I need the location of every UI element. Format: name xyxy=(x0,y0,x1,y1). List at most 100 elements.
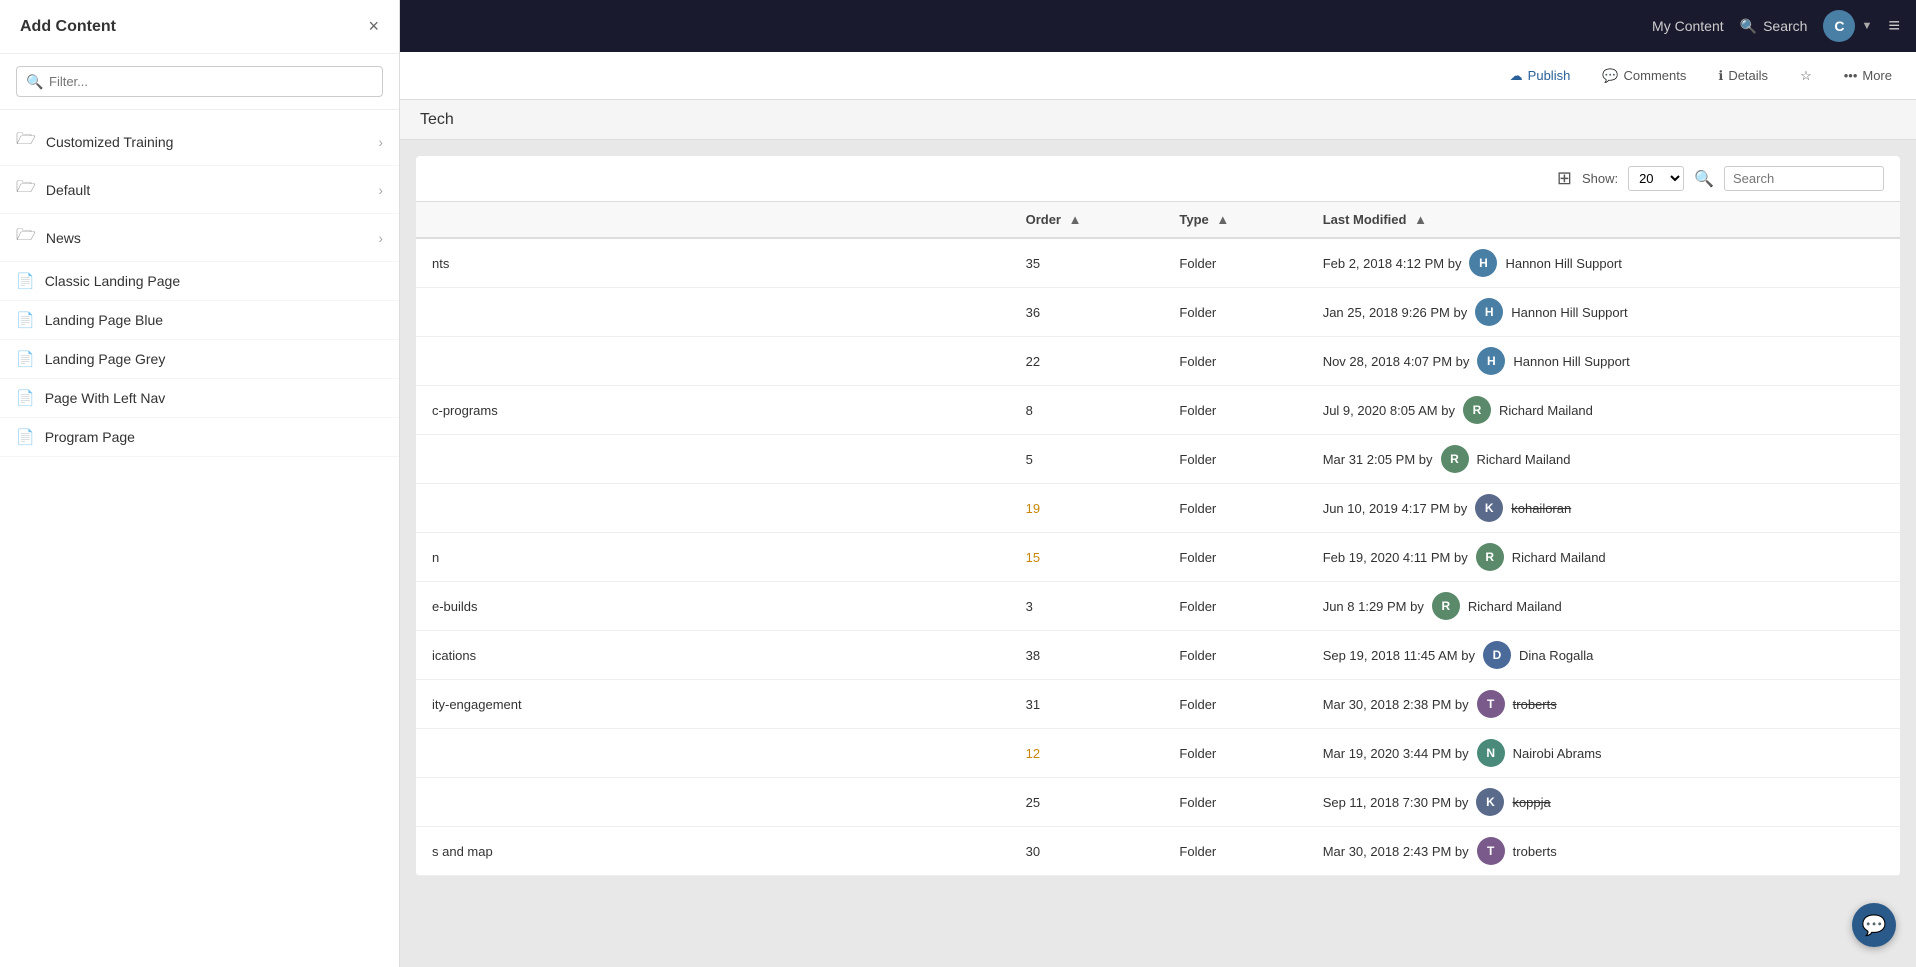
cell-type: Folder xyxy=(1163,778,1306,827)
close-button[interactable]: × xyxy=(368,16,379,37)
sidebar-item-label: Program Page xyxy=(45,429,383,445)
cell-order: 15 xyxy=(1010,533,1164,582)
list-search-input[interactable] xyxy=(1724,166,1884,191)
cell-order: 38 xyxy=(1010,631,1164,680)
modified-date: Sep 19, 2018 11:45 AM by xyxy=(1323,648,1475,663)
modified-date: Feb 19, 2020 4:11 PM by xyxy=(1323,550,1468,565)
cell-last-modified: Jun 10, 2019 4:17 PM by Kkohailoran xyxy=(1307,484,1900,533)
show-select[interactable]: 20 50 100 xyxy=(1628,166,1684,191)
col-last-modified[interactable]: Last Modified ▲ xyxy=(1307,202,1900,238)
sidebar-item-label: Default xyxy=(46,182,368,198)
table-row[interactable]: 25FolderSep 11, 2018 7:30 PM by Kkoppja xyxy=(416,778,1900,827)
sidebar-item-label: Landing Page Blue xyxy=(45,312,383,328)
table-row[interactable]: 19FolderJun 10, 2019 4:17 PM by Kkohailo… xyxy=(416,484,1900,533)
sidebar-header: Add Content × xyxy=(0,0,399,54)
chat-icon: 💬 xyxy=(1862,913,1887,938)
table-row[interactable]: s and map30FolderMar 30, 2018 2:43 PM by… xyxy=(416,827,1900,876)
list-toolbar: ⊞ Show: 20 50 100 🔍 xyxy=(416,156,1900,202)
comments-button[interactable]: 💬 Comments xyxy=(1594,64,1694,88)
chevron-right-icon: › xyxy=(378,182,383,198)
doc-icon: 📄 xyxy=(16,428,35,446)
cell-order: 35 xyxy=(1010,238,1164,288)
table-row[interactable]: 5FolderMar 31 2:05 PM by RRichard Mailan… xyxy=(416,435,1900,484)
my-content-nav[interactable]: My Content xyxy=(1652,18,1724,34)
col-name xyxy=(416,202,1010,238)
user-name: Richard Mailand xyxy=(1512,550,1606,565)
user-menu[interactable]: C ▼ xyxy=(1823,10,1872,42)
chat-widget[interactable]: 💬 xyxy=(1852,903,1896,947)
secondary-toolbar: ☁ Publish 💬 Comments ℹ Details ☆ ••• Mor… xyxy=(400,52,1916,100)
cell-order: 5 xyxy=(1010,435,1164,484)
sidebar-item-customized-training[interactable]: 🗁Customized Training› xyxy=(0,118,399,166)
table-row[interactable]: ity-engagement31FolderMar 30, 2018 2:38 … xyxy=(416,680,1900,729)
folder-icon: 🗁 xyxy=(16,128,36,155)
user-name: Hannon Hill Support xyxy=(1513,354,1629,369)
col-type[interactable]: Type ▲ xyxy=(1163,202,1306,238)
sidebar-item-page-with-left-nav[interactable]: 📄Page With Left Nav xyxy=(0,379,399,418)
comment-icon: 💬 xyxy=(1602,68,1618,84)
publish-button[interactable]: ☁ Publish xyxy=(1502,64,1579,88)
filter-input[interactable] xyxy=(16,66,383,97)
star-button[interactable]: ☆ xyxy=(1792,64,1820,88)
user-name: Hannon Hill Support xyxy=(1505,256,1621,271)
user-avatar: R xyxy=(1441,445,1469,473)
cell-name xyxy=(416,484,1010,533)
doc-icon: 📄 xyxy=(16,311,35,329)
modified-date: Mar 30, 2018 2:43 PM by xyxy=(1323,844,1469,859)
table-row[interactable]: 36FolderJan 25, 2018 9:26 PM by HHannon … xyxy=(416,288,1900,337)
cell-name: ity-engagement xyxy=(416,680,1010,729)
cell-order: 12 xyxy=(1010,729,1164,778)
sidebar-item-label: Customized Training xyxy=(46,134,368,150)
table-row[interactable]: n15FolderFeb 19, 2020 4:11 PM by RRichar… xyxy=(416,533,1900,582)
table-row[interactable]: nts35FolderFeb 2, 2018 4:12 PM by HHanno… xyxy=(416,238,1900,288)
cell-name: c-programs xyxy=(416,386,1010,435)
hamburger-menu[interactable]: ≡ xyxy=(1888,15,1900,38)
user-name: kohailoran xyxy=(1511,501,1571,516)
cell-last-modified: Nov 28, 2018 4:07 PM by HHannon Hill Sup… xyxy=(1307,337,1900,386)
cell-name: e-builds xyxy=(416,582,1010,631)
user-avatar: K xyxy=(1476,788,1504,816)
modified-date: Feb 2, 2018 4:12 PM by xyxy=(1323,256,1462,271)
main-content: ⊞ Show: 20 50 100 🔍 Order ▲ Ty xyxy=(400,140,1916,967)
cell-order: 3 xyxy=(1010,582,1164,631)
search-nav[interactable]: 🔍 Search xyxy=(1740,18,1808,35)
grid-view-icon[interactable]: ⊞ xyxy=(1557,168,1572,189)
modified-date: Jan 25, 2018 9:26 PM by xyxy=(1323,305,1468,320)
modified-date: Mar 30, 2018 2:38 PM by xyxy=(1323,697,1469,712)
sidebar-item-label: News xyxy=(46,230,368,246)
cell-last-modified: Feb 2, 2018 4:12 PM by H Hannon Hill Supp… xyxy=(1307,238,1900,288)
user-name: troberts xyxy=(1513,844,1557,859)
sidebar-item-default[interactable]: 🗁Default› xyxy=(0,166,399,214)
list-search-icon[interactable]: 🔍 xyxy=(1694,169,1714,189)
sidebar-item-program-page[interactable]: 📄 Program Page xyxy=(0,418,399,457)
col-order-label: Order xyxy=(1026,212,1061,227)
table-row[interactable]: 22FolderNov 28, 2018 4:07 PM by HHannon … xyxy=(416,337,1900,386)
sidebar-item-landing-page-blue[interactable]: 📄 Landing Page Blue xyxy=(0,301,399,340)
table-row[interactable]: e-builds3FolderJun 8 1:29 PM by RRichard… xyxy=(416,582,1900,631)
page-title: Tech xyxy=(420,111,454,129)
user-avatar: H xyxy=(1469,249,1497,277)
sidebar-item-news[interactable]: 🗁 News › xyxy=(0,214,399,262)
folder-icon: 🗁 xyxy=(16,224,36,251)
cell-last-modified: Jul 9, 2020 8:05 AM by RRichard Mailand xyxy=(1307,386,1900,435)
search-nav-label: Search xyxy=(1763,18,1807,34)
table-row[interactable]: ications38FolderSep 19, 2018 11:45 AM by… xyxy=(416,631,1900,680)
cell-name: n xyxy=(416,533,1010,582)
sidebar-title: Add Content xyxy=(20,18,116,36)
table-row[interactable]: 12FolderMar 19, 2020 3:44 PM by NNairobi… xyxy=(416,729,1900,778)
sidebar-item-landing-page-grey[interactable]: 📄Landing Page Grey xyxy=(0,340,399,379)
sidebar-menu: 🗁Customized Training›🗁Default›🗁News›📄Cla… xyxy=(0,110,399,967)
cell-last-modified: Jan 25, 2018 9:26 PM by HHannon Hill Sup… xyxy=(1307,288,1900,337)
sidebar-item-label: Classic Landing Page xyxy=(45,273,383,289)
col-order[interactable]: Order ▲ xyxy=(1010,202,1164,238)
sidebar-item-label: Page With Left Nav xyxy=(45,390,383,406)
user-avatar: R xyxy=(1476,543,1504,571)
sidebar-item-classic-landing-page[interactable]: 📄Classic Landing Page xyxy=(0,262,399,301)
table-row[interactable]: c-programs8FolderJul 9, 2020 8:05 AM by … xyxy=(416,386,1900,435)
details-button[interactable]: ℹ Details xyxy=(1710,64,1776,88)
chevron-right-icon: › xyxy=(378,230,383,246)
more-button[interactable]: ••• More xyxy=(1836,64,1900,87)
star-icon: ☆ xyxy=(1800,68,1812,84)
user-avatar: H xyxy=(1477,347,1505,375)
order-sort-arrow: ▲ xyxy=(1069,212,1082,227)
